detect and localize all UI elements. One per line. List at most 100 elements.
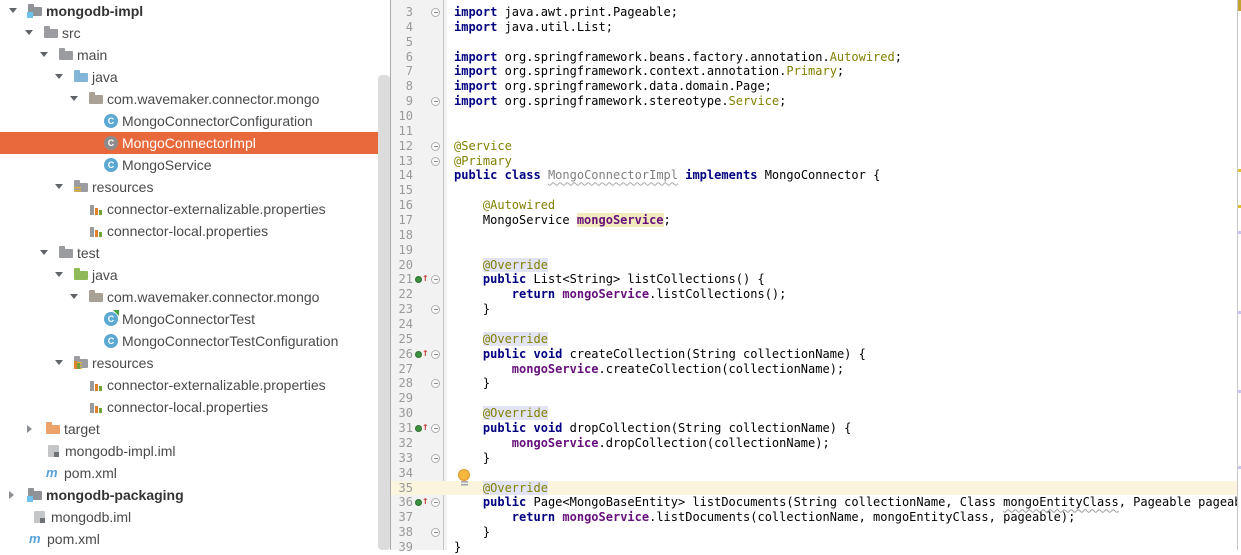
fold-marker-icon[interactable] [431,350,440,359]
fold-marker-icon[interactable] [431,275,440,284]
fold-marker-icon[interactable] [431,8,440,17]
project-tree-scrollbar[interactable] [378,75,390,550]
fold-marker-icon[interactable] [431,454,440,463]
line-number: 17 [393,213,413,228]
code-line-26[interactable]: 26↑ public void createCollection(String … [391,347,1241,362]
tree-item-pom-xml[interactable]: mpom.xml [0,462,390,484]
code-line-37[interactable]: 37 return mongoService.listDocuments(col… [391,510,1241,525]
code-line-27[interactable]: 27 mongoService.createCollection(collect… [391,362,1241,377]
collapsed-arrow-icon[interactable] [27,425,32,433]
fold-marker-icon[interactable] [431,379,440,388]
expanded-arrow-icon[interactable] [70,294,78,299]
line-number: 8 [393,79,413,94]
code-line-9[interactable]: 9import org.springframework.stereotype.S… [391,94,1241,109]
tree-item-resources[interactable]: resources [0,176,390,198]
intention-bulb-icon[interactable] [458,469,471,488]
code-line-34[interactable]: 34 [391,466,1241,481]
collapsed-arrow-icon[interactable] [9,491,14,499]
code-line-11[interactable]: 11 [391,124,1241,139]
code-line-32[interactable]: 32 mongoService.dropCollection(collectio… [391,436,1241,451]
expanded-arrow-icon[interactable] [40,250,48,255]
code-line-19[interactable]: 19 [391,243,1241,258]
tree-item-mongoconnectortestconfiguration[interactable]: CMongoConnectorTestConfiguration [0,330,390,352]
code-line-4[interactable]: 4import java.util.List; [391,20,1241,35]
fold-marker-icon[interactable] [431,498,440,507]
fold-marker-icon[interactable] [431,157,440,166]
overriding-method-icon[interactable]: ↑ [415,496,431,509]
code-line-12[interactable]: 12@Service [391,139,1241,154]
code-line-29[interactable]: 29 [391,391,1241,406]
tree-item-mongodb-iml[interactable]: mongodb.iml [0,506,390,528]
expanded-arrow-icon[interactable] [55,74,63,79]
code-line-14[interactable]: 14public class MongoConnectorImpl implem… [391,168,1241,183]
fold-marker-icon[interactable] [431,424,440,433]
code-line-3[interactable]: 3import java.awt.print.Pageable; [391,5,1241,20]
tree-item-java[interactable]: java [0,66,390,88]
expanded-arrow-icon[interactable] [9,8,17,13]
project-icon [28,4,44,18]
code-line-39[interactable]: 39} [391,540,1241,555]
tree-item-com-wavemaker-connector-mongo[interactable]: com.wavemaker.connector.mongo [0,88,390,110]
code-line-15[interactable]: 15 [391,183,1241,198]
code-area[interactable]: 3import java.awt.print.Pageable;4import … [391,5,1241,555]
properties-icon [89,378,105,392]
code-line-7[interactable]: 7import org.springframework.context.anno… [391,64,1241,79]
code-line-17[interactable]: 17 MongoService mongoService; [391,213,1241,228]
expanded-arrow-icon[interactable] [55,184,63,189]
code-line-38[interactable]: 38 } [391,525,1241,540]
code-line-30[interactable]: 30 @Override [391,406,1241,421]
code-line-23[interactable]: 23 } [391,302,1241,317]
fold-marker-icon[interactable] [431,97,440,106]
code-line-13[interactable]: 13@Primary [391,154,1241,169]
code-line-36[interactable]: 36↑ public Page<MongoBaseEntity> listDoc… [391,495,1241,510]
overriding-method-icon[interactable]: ↑ [415,273,431,286]
tree-item-src[interactable]: src [0,22,390,44]
tree-item-mongodb-impl[interactable]: mongodb-impl [0,0,390,22]
expanded-arrow-icon[interactable] [55,272,63,277]
tree-item-target[interactable]: target [0,418,390,440]
tree-item-mongodb-packaging[interactable]: mongodb-packaging [0,484,390,506]
tree-item-mongoservice[interactable]: CMongoService [0,154,390,176]
tree-item-resources[interactable]: resources [0,352,390,374]
tree-item-connector-local-properties[interactable]: connector-local.properties [0,220,390,242]
code-line-21[interactable]: 21↑ public List<String> listCollections(… [391,272,1241,287]
fold-marker-icon[interactable] [431,305,440,314]
tree-item-label: src [62,22,81,44]
code-text: public Page<MongoBaseEntity> listDocumen… [454,495,1241,510]
code-line-31[interactable]: 31↑ public void dropCollection(String co… [391,421,1241,436]
fold-marker-icon[interactable] [431,142,440,151]
tree-item-connector-local-properties[interactable]: connector-local.properties [0,396,390,418]
code-line-35[interactable]: 35 @Override [391,481,1241,496]
code-line-8[interactable]: 8import org.springframework.data.domain.… [391,79,1241,94]
code-line-6[interactable]: 6import org.springframework.beans.factor… [391,50,1241,65]
code-line-5[interactable]: 5 [391,35,1241,50]
overriding-method-icon[interactable]: ↑ [415,422,431,435]
tree-item-test[interactable]: test [0,242,390,264]
code-line-20[interactable]: 20 @Override [391,258,1241,273]
tree-item-mongoconnectorimpl[interactable]: CMongoConnectorImpl [0,132,390,154]
tree-item-mongoconnectorconfiguration[interactable]: CMongoConnectorConfiguration [0,110,390,132]
overriding-method-icon[interactable]: ↑ [415,348,431,361]
tree-item-pom-xml[interactable]: mpom.xml [0,528,390,550]
expanded-arrow-icon[interactable] [70,96,78,101]
tree-item-connector-externalizable-properties[interactable]: connector-externalizable.properties [0,198,390,220]
expanded-arrow-icon[interactable] [40,52,48,57]
fold-marker-icon[interactable] [431,528,440,537]
expanded-arrow-icon[interactable] [55,360,63,365]
code-line-28[interactable]: 28 } [391,376,1241,391]
code-line-33[interactable]: 33 } [391,451,1241,466]
code-line-25[interactable]: 25 @Override [391,332,1241,347]
tree-item-main[interactable]: main [0,44,390,66]
expanded-arrow-icon[interactable] [25,30,33,35]
code-line-10[interactable]: 10 [391,109,1241,124]
code-line-22[interactable]: 22 return mongoService.listCollections()… [391,287,1241,302]
tree-item-mongodb-impl-iml[interactable]: mongodb-impl.iml [0,440,390,462]
code-line-24[interactable]: 24 [391,317,1241,332]
tree-item-com-wavemaker-connector-mongo[interactable]: com.wavemaker.connector.mongo [0,286,390,308]
code-line-18[interactable]: 18 [391,228,1241,243]
tree-item-mongoconnectortest[interactable]: CMongoConnectorTest [0,308,390,330]
tree-item-connector-externalizable-properties[interactable]: connector-externalizable.properties [0,374,390,396]
error-stripe[interactable] [1237,0,1241,550]
tree-item-java[interactable]: java [0,264,390,286]
code-line-16[interactable]: 16 @Autowired [391,198,1241,213]
